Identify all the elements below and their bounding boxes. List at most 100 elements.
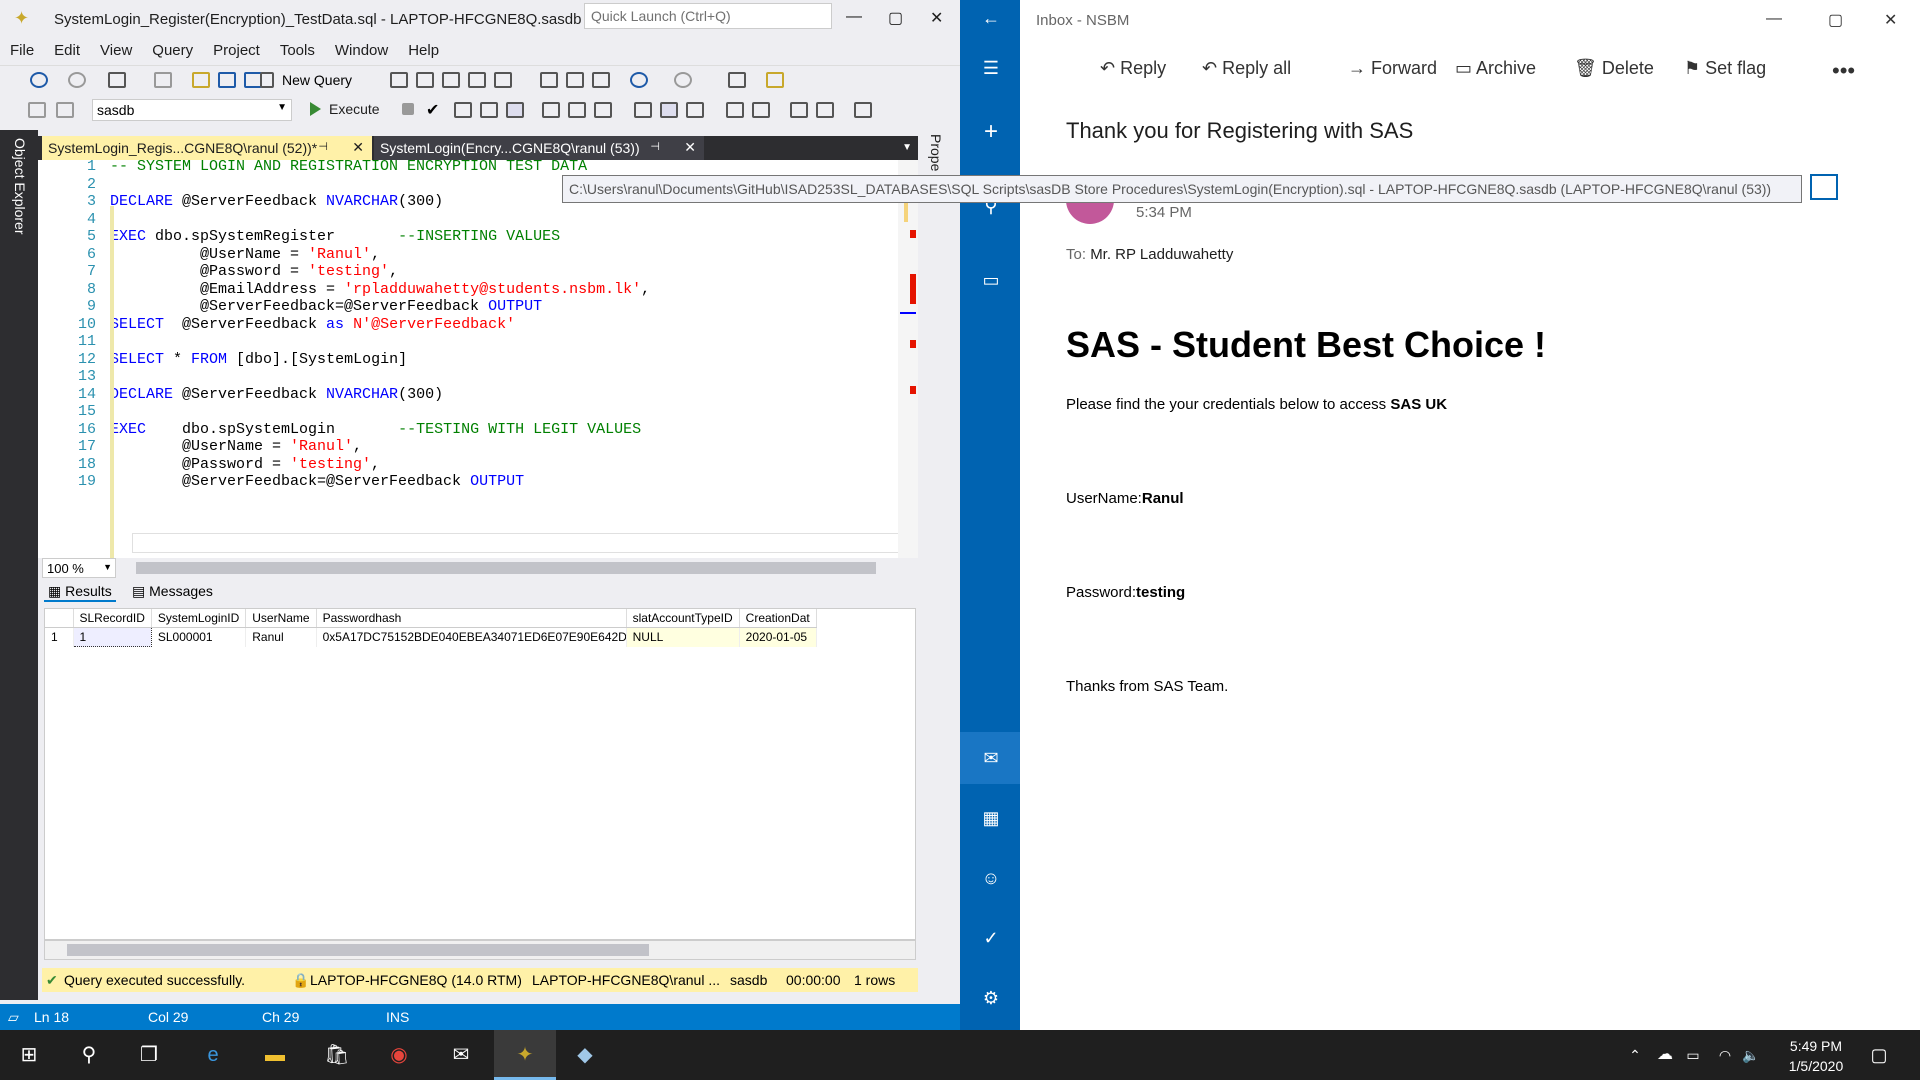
decrease-indent-icon[interactable]: [790, 102, 808, 118]
client-stats-icon[interactable]: [594, 102, 612, 118]
column-header[interactable]: slatAccountTypeID: [626, 609, 740, 628]
menu-edit[interactable]: Edit: [44, 38, 90, 63]
db-query-icon-5[interactable]: [494, 72, 512, 88]
minimize-button[interactable]: —: [846, 8, 862, 26]
reply-button[interactable]: ↶ Reply: [1100, 58, 1166, 79]
todo-icon[interactable]: ✓: [980, 928, 1002, 950]
settings-gear-icon[interactable]: ⚙: [980, 988, 1002, 1010]
reply-all-button[interactable]: ↶ Reply all: [1202, 58, 1291, 79]
specify-values-icon[interactable]: [854, 102, 872, 118]
table-cell[interactable]: NULL: [626, 627, 740, 647]
code-line[interactable]: 19 @ServerFeedback=@ServerFeedback OUTPU…: [38, 473, 898, 494]
new-query-button[interactable]: New Query: [282, 72, 352, 88]
to-name[interactable]: Mr. RP Ladduwahetty: [1090, 246, 1233, 263]
notification-icon[interactable]: ▢: [1864, 1040, 1894, 1070]
include-plan-icon[interactable]: [542, 102, 560, 118]
file-explorer-icon[interactable]: ▬: [260, 1040, 290, 1070]
db-query-icon-2[interactable]: [416, 72, 434, 88]
table-cell[interactable]: 2020-01-05: [739, 627, 817, 647]
forward-button[interactable]: → Forward: [1348, 58, 1437, 79]
delete-button[interactable]: 🗑 Delete: [1574, 58, 1654, 79]
new-query-icon[interactable]: [260, 72, 274, 88]
menu-window[interactable]: Window: [325, 38, 398, 63]
store-icon[interactable]: 🛍: [322, 1040, 352, 1070]
menu-help[interactable]: Help: [398, 38, 449, 63]
tab-messages[interactable]: ▤ Messages: [128, 583, 217, 600]
task-view-icon[interactable]: ❐: [134, 1040, 164, 1070]
tab-overflow-icon[interactable]: ▼: [902, 142, 912, 153]
connect-icon[interactable]: [28, 102, 46, 118]
close-tab-icon[interactable]: ✕: [352, 139, 364, 156]
db-query-icon-4[interactable]: [468, 72, 486, 88]
column-header[interactable]: CreationDat: [739, 609, 817, 628]
ssms-taskbar-button[interactable]: ✦: [494, 1030, 556, 1080]
query-options-icon[interactable]: [480, 102, 498, 118]
object-explorer-panel[interactable]: Object Explorer: [0, 130, 38, 1000]
save-icon[interactable]: [218, 72, 236, 88]
menu-file[interactable]: File: [0, 38, 44, 63]
results-text-icon[interactable]: [634, 102, 652, 118]
mail-minimize-button[interactable]: —: [1766, 10, 1782, 28]
notepad-icon[interactable]: ◆: [570, 1040, 600, 1070]
pin-icon[interactable]: ⊣: [650, 140, 660, 153]
row-header-corner[interactable]: [45, 609, 74, 628]
tab-register-script[interactable]: SystemLogin_Regis...CGNE8Q\ranul (52))* …: [42, 136, 372, 160]
table-cell[interactable]: 0x5A17DC75152BDE040EBEA34071ED6E07E90E64…: [316, 627, 627, 647]
system-clock[interactable]: 5:49 PM 1/5/2020: [1766, 1036, 1866, 1076]
back-arrow-icon[interactable]: ←: [980, 8, 1002, 30]
windows-start-icon[interactable]: ⊞: [14, 1040, 44, 1070]
menu-query[interactable]: Query: [142, 38, 203, 63]
column-header[interactable]: SLRecordID: [73, 609, 152, 628]
open-folder-icon[interactable]: [192, 72, 210, 88]
calendar-icon[interactable]: ▦: [980, 808, 1002, 830]
battery-icon[interactable]: ▭: [1678, 1040, 1708, 1070]
pin-icon[interactable]: ⊣: [318, 140, 328, 153]
mail-maximize-button[interactable]: ▢: [1828, 10, 1843, 30]
tab-login-script[interactable]: SystemLogin(Encry...CGNE8Q\ranul (53)) ⊣…: [374, 136, 704, 160]
search-icon[interactable]: ⚲: [74, 1040, 104, 1070]
table-cell[interactable]: 1: [72, 627, 152, 647]
add-item-icon[interactable]: [154, 72, 172, 88]
increase-indent-icon[interactable]: [816, 102, 834, 118]
results-grid-icon[interactable]: [660, 102, 678, 118]
sql-editor[interactable]: 1 -- SYSTEM LOGIN AND REGISTRATION ENCRYP…: [38, 160, 918, 558]
activity-monitor-icon[interactable]: [728, 72, 746, 88]
volume-icon[interactable]: 🔈: [1736, 1040, 1766, 1070]
cut-icon[interactable]: [540, 72, 558, 88]
results-horizontal-scrollbar[interactable]: [44, 940, 916, 960]
scroll-thumb[interactable]: [67, 944, 649, 956]
column-header[interactable]: SystemLoginID: [151, 609, 247, 628]
tab-results[interactable]: ▦ Results: [44, 583, 116, 602]
menu-view[interactable]: View: [90, 38, 142, 63]
popout-icon[interactable]: [1810, 174, 1838, 200]
database-select[interactable]: sasdb ▼: [92, 99, 292, 121]
zoom-select[interactable]: 100 % ▼: [42, 558, 116, 578]
table-cell[interactable]: Ranul: [245, 627, 317, 647]
tray-chevron-icon[interactable]: ⌃: [1620, 1040, 1650, 1070]
mail-app-icon[interactable]: ✉: [446, 1040, 476, 1070]
display-plan-icon[interactable]: [454, 102, 472, 118]
properties-panel-tab[interactable]: Prope: [918, 130, 960, 171]
intellisense-icon[interactable]: [506, 102, 524, 118]
comment-icon[interactable]: [726, 102, 744, 118]
archive-button[interactable]: ▭ Archive: [1455, 58, 1536, 79]
editor-horizontal-scrollbar[interactable]: [136, 562, 876, 574]
close-button[interactable]: ✕: [930, 8, 943, 28]
undo-icon[interactable]: [630, 72, 648, 88]
folders-icon[interactable]: ▭: [980, 270, 1002, 292]
hamburger-menu-icon[interactable]: ☰: [980, 58, 1002, 80]
live-stats-icon[interactable]: [568, 102, 586, 118]
new-mail-icon[interactable]: +: [980, 118, 1002, 145]
more-actions-icon[interactable]: •••: [1832, 58, 1855, 84]
table-cell[interactable]: SL000001: [151, 627, 247, 647]
db-query-icon-3[interactable]: [442, 72, 460, 88]
db-query-icon-1[interactable]: [390, 72, 408, 88]
table-row[interactable]: 1 1 SL000001 Ranul 0x5A17DC75152BDE040EBEA34…: [45, 627, 817, 647]
redo-icon[interactable]: [674, 72, 692, 88]
change-connection-icon[interactable]: [56, 102, 74, 118]
mail-close-button[interactable]: ✕: [1884, 10, 1897, 30]
menu-project[interactable]: Project: [203, 38, 270, 63]
quick-launch-input[interactable]: Quick Launch (Ctrl+Q): [584, 3, 832, 29]
toolbox-icon[interactable]: [766, 72, 784, 88]
onedrive-icon[interactable]: ☁: [1650, 1040, 1680, 1070]
